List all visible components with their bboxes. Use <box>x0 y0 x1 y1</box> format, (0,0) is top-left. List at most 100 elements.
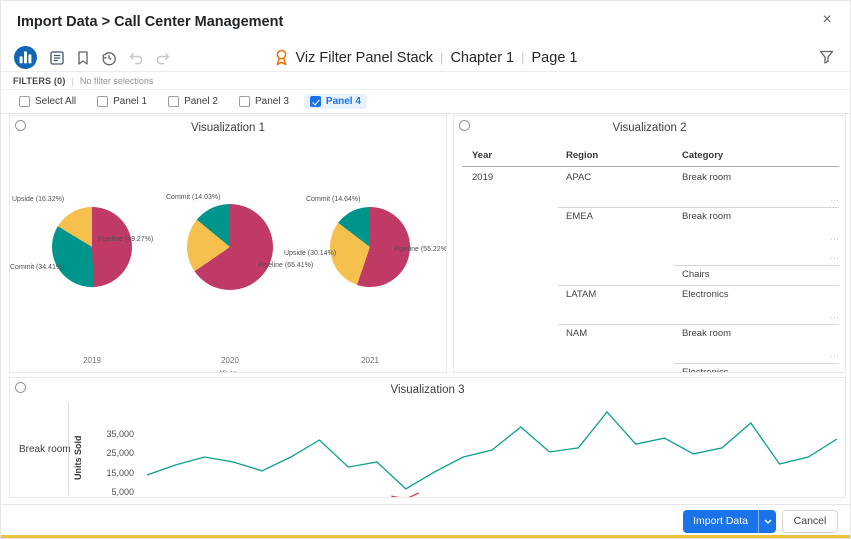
import-data-dialog: Import Data > Call Center Management × <box>0 0 851 539</box>
y-tick: 15,000 <box>94 468 134 478</box>
line-chart <box>137 402 846 498</box>
row-ellipsis: … <box>830 349 839 359</box>
chapter-label: Chapter 1 <box>450 50 514 66</box>
checkbox-label: Select All <box>35 96 76 107</box>
checkbox-select-all[interactable]: Select All <box>13 94 82 109</box>
filters-status-message: No filter selections <box>80 76 154 86</box>
cell-category: Electronics <box>682 289 728 300</box>
y-tick: 35,000 <box>94 429 134 439</box>
viz2-title: Visualization 2 <box>454 122 845 134</box>
table-row: EMEA Break room <box>454 207 845 227</box>
close-icon[interactable]: × <box>817 10 837 30</box>
x-axis-title: Year <box>10 368 446 373</box>
pie-slice-label: Commit (34.41%) <box>10 264 64 271</box>
table-row: Chairs <box>454 265 845 285</box>
filter-funnel-icon[interactable] <box>819 50 834 64</box>
table-row: … <box>454 227 845 246</box>
pie-chart-2019 <box>52 207 132 287</box>
filters-divider: | <box>72 76 74 86</box>
checkbox-panel-2[interactable]: Panel 2 <box>162 94 224 109</box>
pie-slice-label: Commit (14.64%) <box>306 196 360 203</box>
title-separator: | <box>521 50 524 65</box>
page-title: Import Data > Call Center Management <box>17 14 283 30</box>
pie-slice-label: Upside (16.32%) <box>12 196 64 203</box>
table-row: … <box>454 305 845 324</box>
table-row: … <box>454 188 845 207</box>
column-header-year: Year <box>472 150 492 161</box>
column-header-region: Region <box>566 150 598 161</box>
checkbox-label: Panel 4 <box>326 96 361 107</box>
checkbox-panel-3[interactable]: Panel 3 <box>233 94 295 109</box>
cell-category: Chairs <box>682 269 709 280</box>
checkbox-box[interactable] <box>310 96 321 107</box>
units-line <box>147 412 837 489</box>
checkbox-box[interactable] <box>168 96 179 107</box>
checkbox-panel-1[interactable]: Panel 1 <box>91 94 153 109</box>
y-tick: 25,000 <box>94 448 134 458</box>
table-row: … <box>454 344 845 363</box>
row-label-break-room: Break room <box>19 444 71 455</box>
x-tick-2019: 2019 <box>62 356 122 365</box>
pie-slice-label: Pipeline (55.22%) <box>394 246 447 253</box>
cell-category: Break room <box>682 328 731 339</box>
dialog-footer: Import Data Cancel <box>1 504 850 537</box>
cell-region: EMEA <box>566 211 593 222</box>
table-header-rule <box>462 166 839 167</box>
toolbar-title-group: Viz Filter Panel Stack | Chapter 1 | Pag… <box>1 43 850 72</box>
checkbox-panel-4[interactable]: Panel 4 <box>304 94 367 109</box>
cancel-button[interactable]: Cancel <box>782 510 838 533</box>
table-row: … <box>454 246 845 265</box>
import-data-label[interactable]: Import Data <box>683 510 758 533</box>
cell-region: NAM <box>566 328 587 339</box>
row-ellipsis: … <box>830 232 839 242</box>
cell-region: APAC <box>566 172 591 183</box>
pie-slice-label: Pipeline (49.27%) <box>98 236 153 243</box>
viz1-panel: Visualization 1 Upside (16.32%) Commit (… <box>9 115 447 373</box>
ribbon-icon <box>274 49 289 66</box>
x-tick-2021: 2021 <box>340 356 400 365</box>
bottom-accent-bar <box>1 535 850 538</box>
table-row: Electronics <box>454 363 845 373</box>
page-label: Page 1 <box>532 50 578 66</box>
stack-title: Viz Filter Panel Stack <box>296 50 434 66</box>
checkbox-box[interactable] <box>97 96 108 107</box>
row-ellipsis: … <box>830 193 839 203</box>
column-header-category: Category <box>682 150 723 161</box>
table-row: LATAM Electronics <box>454 285 845 305</box>
x-tick-2020: 2020 <box>200 356 260 365</box>
toolbar: Viz Filter Panel Stack | Chapter 1 | Pag… <box>1 43 850 72</box>
panel-filter-bar: Select All Panel 1 Panel 2 Panel 3 Panel 4 <box>1 90 850 114</box>
pie-slice-label: Pipeline (65.41%) <box>258 262 313 269</box>
y-axis-title: Units Sold <box>73 420 83 496</box>
table-row: 2019 APAC Break room <box>454 168 845 188</box>
chevron-down-icon <box>764 519 772 524</box>
filters-count-label: FILTERS (0) <box>13 76 66 86</box>
viz2-rows: 2019 APAC Break room … EMEA Break room … … Chair… <box>454 168 845 373</box>
viz1-title: Visualization 1 <box>10 122 446 134</box>
pie-slice-label: Upside (30.14%) <box>284 250 336 257</box>
viz2-panel: Visualization 2 Year Region Category 201… <box>453 115 846 373</box>
y-tick: 5,000 <box>94 487 134 497</box>
title-separator: | <box>440 50 443 65</box>
cell-category: Break room <box>682 172 731 183</box>
cell-region: LATAM <box>566 289 596 300</box>
checkbox-box[interactable] <box>239 96 250 107</box>
import-options-dropdown[interactable] <box>758 510 776 533</box>
import-data-button[interactable]: Import Data <box>683 510 776 533</box>
checkbox-label: Panel 1 <box>113 96 147 107</box>
viz3-title: Visualization 3 <box>10 384 845 396</box>
viz3-panel: Visualization 3 Break room Units Sold 35… <box>9 377 846 498</box>
cell-category: Electronics <box>682 367 728 373</box>
axis-separator-line <box>68 402 69 495</box>
fragment-line <box>391 493 418 498</box>
checkbox-box[interactable] <box>19 96 30 107</box>
row-ellipsis: … <box>830 310 839 320</box>
checkbox-label: Panel 3 <box>255 96 289 107</box>
cell-category: Break room <box>682 211 731 222</box>
checkbox-label: Panel 2 <box>184 96 218 107</box>
pie-chart-2020 <box>187 204 273 290</box>
table-row: NAM Break room <box>454 324 845 344</box>
filters-bar: FILTERS (0) | No filter selections <box>1 73 850 90</box>
pie-slice-label: Commit (14.03%) <box>166 194 220 201</box>
cell-year: 2019 <box>472 172 493 183</box>
